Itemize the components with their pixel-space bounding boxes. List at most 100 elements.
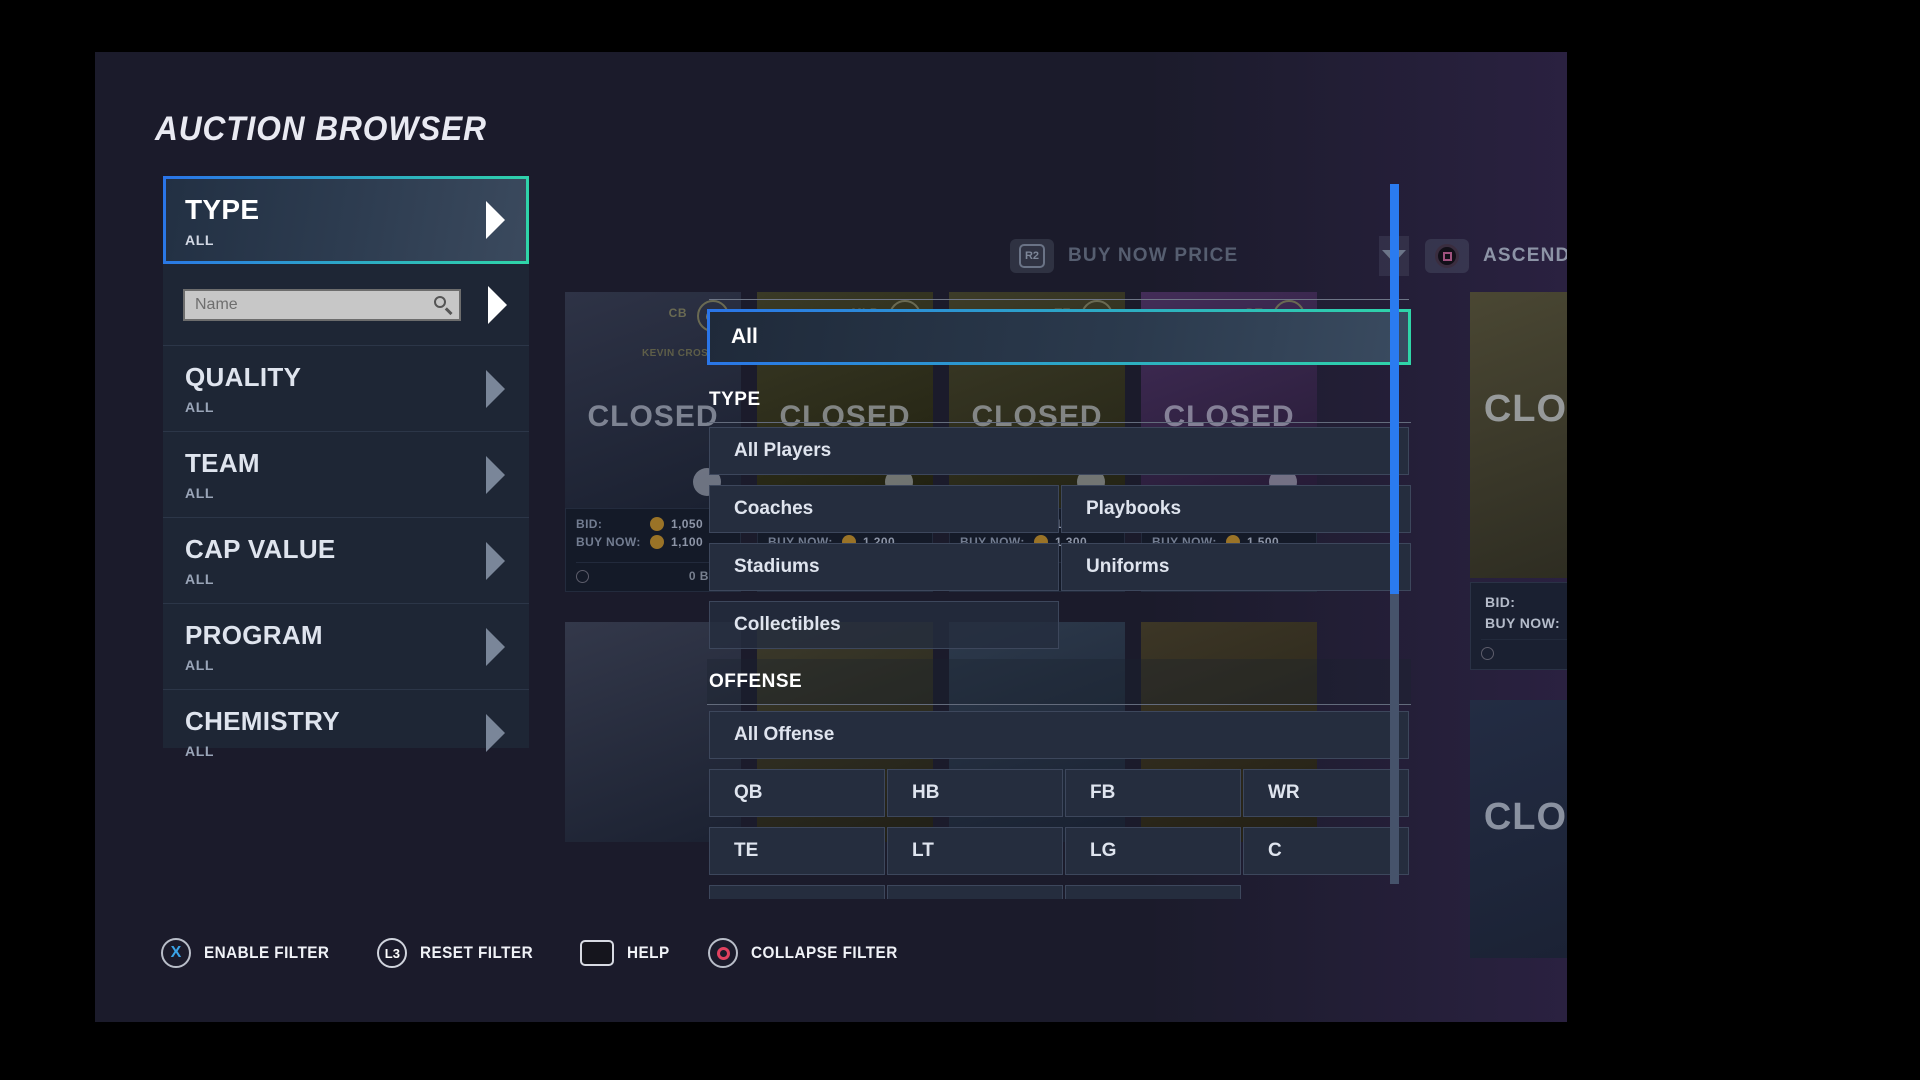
filter-item-value: ALL <box>185 743 215 759</box>
coin-icon <box>650 535 664 549</box>
dropdown-option-label: HB <box>912 782 940 803</box>
dropdown-option-label: LG <box>1090 840 1117 861</box>
dropdown-option-collectibles[interactable]: Collectibles <box>709 601 1059 649</box>
filter-item-quality[interactable]: QUALITY ALL <box>163 346 529 432</box>
chevron-right-icon <box>486 455 505 494</box>
dropdown-option-all-offense[interactable]: All Offense <box>709 711 1409 759</box>
ps-circle-glyph <box>1435 244 1459 268</box>
filter-item-value: ALL <box>185 232 215 248</box>
clock-icon <box>576 569 589 583</box>
dropdown-option-all-players[interactable]: All Players <box>709 427 1409 475</box>
auction-card-featured[interactable]: LOLB 71 CODYBARTON CLOSED UT BID: 1,450 … <box>1470 292 1567 670</box>
card-art: LOLB 71 CODYBARTON CLOSED UT <box>1470 292 1567 578</box>
chevron-right-icon <box>488 285 507 324</box>
card-player-name: CODYBARTON <box>1554 354 1567 380</box>
coin-icon <box>650 517 664 531</box>
filter-item-title: CAP VALUE <box>185 534 336 564</box>
card-status: CLOSED <box>1483 388 1567 430</box>
dropdown-option-label: Playbooks <box>1086 498 1182 519</box>
clock-icon <box>1481 647 1494 660</box>
filter-item-value: ALL <box>185 571 215 587</box>
filter-item-value: ALL <box>185 657 215 673</box>
dropdown-option-lg[interactable]: LG <box>1065 827 1241 875</box>
dropdown-option-lt[interactable]: LT <box>887 827 1063 875</box>
chevron-right-icon <box>486 714 505 752</box>
bid-value: 1,050 <box>671 517 704 531</box>
dropdown-option-next-row[interactable] <box>1065 885 1241 899</box>
buy-now-label: BUY NOW: <box>576 535 641 549</box>
dropdown-option-label: LT <box>912 840 934 861</box>
sort-order-control[interactable]: ASCENDING <box>1425 234 1567 278</box>
dropdown-option-fb[interactable]: FB <box>1065 769 1241 817</box>
dropdown-option-label: Uniforms <box>1086 556 1170 577</box>
ps-square-glyph <box>1442 251 1452 261</box>
bid-label: BID: <box>1485 593 1516 610</box>
bids-row: 0 BIDS <box>1481 639 1567 661</box>
action-label: HELP <box>627 943 670 962</box>
dropdown-option-qb[interactable]: QB <box>709 769 885 817</box>
dropdown-option-label: FB <box>1090 782 1116 803</box>
filter-rail: TYPE ALL Name QUALITY ALL TEAM ALL CAP V… <box>163 176 529 759</box>
dropdown-option-label: Stadiums <box>734 556 820 577</box>
dropdown-option-label: Coaches <box>734 498 814 519</box>
filter-item-title: TYPE <box>185 194 260 225</box>
time-left <box>576 569 595 583</box>
filter-item-title: PROGRAM <box>185 620 323 650</box>
dropdown-option-c[interactable]: C <box>1243 827 1409 875</box>
sort-order-label: ASCENDING <box>1483 245 1567 266</box>
chevron-right-icon <box>486 201 505 239</box>
action-enable-filter[interactable]: X ENABLE FILTER <box>161 938 343 968</box>
dropdown-option-label: C <box>1268 840 1282 861</box>
dropdown-option-te[interactable]: TE <box>709 827 885 875</box>
dropdown-option-hb[interactable]: HB <box>887 769 1063 817</box>
dropdown-option-next-row[interactable] <box>709 885 885 899</box>
action-collapse-filter[interactable]: COLLAPSE FILTER <box>708 938 914 968</box>
dropdown-option-all-label: All <box>731 325 758 348</box>
filter-item-program[interactable]: PROGRAM ALL <box>163 604 529 690</box>
sort-field-control[interactable]: R2 BUY NOW PRICE <box>1010 234 1238 278</box>
filter-item-value: ALL <box>185 399 215 415</box>
card-price-box: BID: 1,450 BUY NOW: 1,500 0 BIDS <box>1470 582 1567 670</box>
dropdown-option-label: WR <box>1268 782 1300 803</box>
search-input[interactable]: Name <box>195 296 433 314</box>
filter-item-team[interactable]: TEAM ALL <box>163 432 529 518</box>
selection-highlight-border <box>707 309 1411 365</box>
dropdown-option-playbooks[interactable]: Playbooks <box>1061 485 1411 533</box>
filter-item-name-search[interactable]: Name <box>163 264 529 346</box>
dropdown-option-all[interactable]: All <box>707 309 1411 365</box>
r2-button-icon: R2 <box>1010 239 1054 273</box>
filter-item-cap-value[interactable]: CAP VALUE ALL <box>163 518 529 604</box>
results-scrollbar[interactable] <box>1390 184 1399 884</box>
dropdown-section-type-label: TYPE <box>709 388 761 410</box>
buy-now-row: BUY NOW: 1,500 <box>1485 614 1567 631</box>
chevron-right-icon <box>486 627 505 666</box>
dropdown-option-label: All Players <box>734 440 832 461</box>
dropdown-option-next-row[interactable] <box>887 885 1063 899</box>
auction-browser-window: AUCTION BROWSER CB 69 KEVIN CROSSEN CLOS… <box>95 52 1567 1022</box>
filter-item-title: QUALITY <box>185 362 302 392</box>
filter-item-title: CHEMISTRY <box>185 706 340 736</box>
chevron-right-icon <box>486 541 505 580</box>
touchpad-button-icon <box>580 940 614 966</box>
dropdown-option-coaches[interactable]: Coaches <box>709 485 1059 533</box>
action-help[interactable]: HELP <box>580 940 674 966</box>
dropdown-option-label: All Offense <box>734 724 835 745</box>
action-label: COLLAPSE FILTER <box>751 943 899 962</box>
card-art: LE 69 MCTELVINAGIM CLOSED UT <box>1470 700 1567 958</box>
cross-button-icon: X <box>161 938 191 968</box>
action-label: ENABLE FILTER <box>204 943 330 962</box>
search-input-wrapper[interactable]: Name <box>183 288 461 321</box>
action-reset-filter[interactable]: L3 RESET FILTER <box>377 938 546 968</box>
filter-item-type[interactable]: TYPE ALL <box>163 176 529 264</box>
dropdown-option-uniforms[interactable]: Uniforms <box>1061 543 1411 591</box>
dropdown-section-offense-label: OFFENSE <box>709 670 803 692</box>
type-filter-dropdown: All TYPE All Players Coaches Playbooks S… <box>707 299 1411 899</box>
dropdown-option-wr[interactable]: WR <box>1243 769 1409 817</box>
sort-bar: R2 BUY NOW PRICE ASCENDING <box>565 234 1567 290</box>
dropdown-option-stadiums[interactable]: Stadiums <box>709 543 1059 591</box>
dropdown-option-label: QB <box>734 782 763 803</box>
filter-item-chemistry[interactable]: CHEMISTRY ALL <box>163 690 529 776</box>
scrollbar-thumb[interactable] <box>1390 184 1399 594</box>
bid-label: BID: <box>576 517 603 531</box>
auction-card-featured[interactable]: LE 69 MCTELVINAGIM CLOSED UT <box>1470 700 1567 958</box>
